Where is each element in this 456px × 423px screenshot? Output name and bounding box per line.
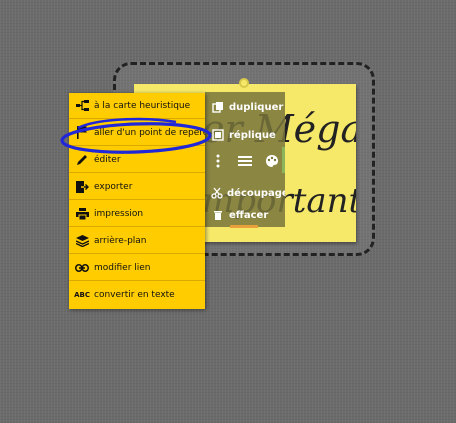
menu-item-background[interactable]: arrière-plan [69,228,205,254]
menu-item-edit-link[interactable]: modifier lien [69,255,205,281]
menu-item-print[interactable]: impression [69,201,205,227]
scissors-icon [211,186,223,200]
export-icon [75,180,89,194]
duplicate-label: dupliquer [229,101,284,113]
menu-lines-icon[interactable] [236,152,254,170]
trash-icon [211,208,225,222]
menu-item-print-label: impression [94,208,144,219]
menu-item-export-label: exporter [94,181,133,192]
cut-label: découpage [227,187,285,199]
menu-item-background-label: arrière-plan [94,235,147,246]
mindmap-icon [75,99,89,113]
duplicate-icon [211,100,225,114]
menu-item-mindmap-label: à la carte heuristique [94,100,191,111]
hand-drawn-circle-annotation [58,114,218,168]
delete-label: effacer [229,209,269,221]
cut-button[interactable]: découpage [205,182,285,204]
toolbar-accent-green [282,147,285,173]
abc-icon: ABC [74,291,90,299]
toolbar-accent-orange [230,225,258,228]
link-icon [75,261,89,275]
reply-label: réplique [229,129,276,141]
layers-icon [75,234,89,248]
menu-item-export[interactable]: exporter [69,174,205,200]
menu-item-edit-link-label: modifier lien [94,262,151,273]
delete-button[interactable]: effacer [205,204,285,226]
printer-icon [75,207,89,221]
palette-icon[interactable] [263,152,281,170]
menu-item-convert-text-label: convertir en texte [94,290,175,300]
menu-item-convert-text[interactable]: ABC convertir en texte [69,282,205,308]
